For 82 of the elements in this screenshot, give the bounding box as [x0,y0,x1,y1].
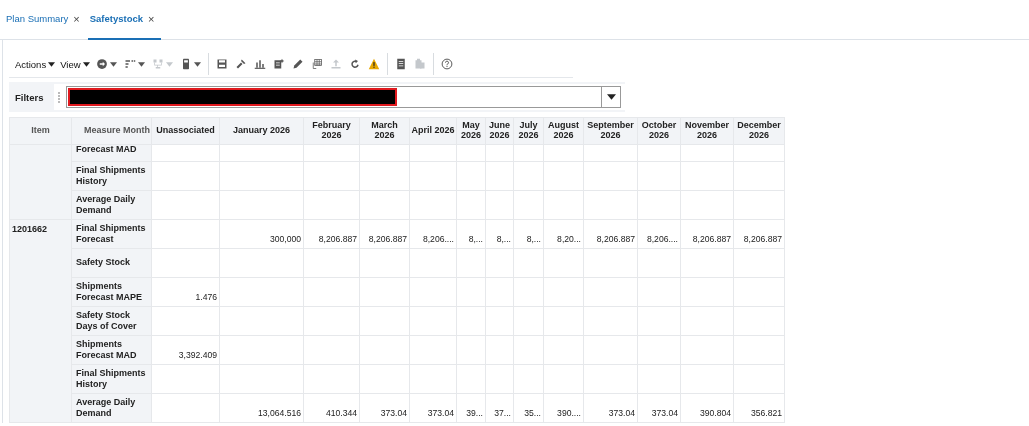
measure-cell: Safety Stock Days of Cover [71,306,152,336]
save-icon [215,58,228,70]
column-header: Month [123,125,150,136]
table-cell: 356.821 [733,393,785,423]
item-cell: 1201662 [9,219,72,423]
bar-chart-icon [253,58,266,70]
table-cell: 8,... [456,219,486,249]
drag-handle-icon[interactable] [57,91,60,103]
column-header: October 2026 [637,117,681,145]
table-cell: 300,000 [219,219,304,249]
column-header: March 2026 [359,117,410,145]
refresh-icon [348,58,361,70]
pencil-icon [291,58,304,70]
table-cell: 373.04 [637,393,681,423]
measure-cell: Safety Stock [71,248,152,278]
table-cell: 3,392.409 [151,335,220,365]
measure-cell: Final Shipments Forecast [71,219,152,249]
table-cell: 390.804 [680,393,734,423]
caret-icon [137,61,145,67]
table-cell: 8,206.... [637,219,681,249]
table-cell: 8,206.887 [303,219,360,249]
column-header: August 2026 [543,117,584,145]
tab[interactable]: Plan Summary × [4,0,86,40]
caret-icon [109,61,117,67]
column-header: January 2026 [219,117,304,145]
close-icon[interactable]: × [148,12,155,25]
table-cell: 13,064.516 [219,393,304,423]
column-header: April 2026 [409,117,457,145]
measure-cell: Final Shipments History [71,161,152,191]
layout-icon [123,58,136,70]
column-header: September 2026 [583,117,638,145]
table-cell: 8,206.887 [359,219,410,249]
column-header: November 2026 [680,117,734,145]
menu-button[interactable]: Actions [13,56,58,72]
clipboard-icon [413,58,426,70]
column-header: May 2026 [456,117,486,145]
measure-cell: Average Daily Demand [71,190,152,220]
table-cell: 8,206.887 [680,219,734,249]
table-cell: 8,206.887 [583,219,638,249]
measure-cell: Final Shipments History [71,364,152,394]
upload-icon [329,58,342,70]
close-icon[interactable]: × [73,12,80,25]
table-cell: 8,... [513,219,544,249]
help-icon [440,58,453,70]
table-cell: 8,206.887 [733,219,785,249]
table-cell: 373.04 [409,393,457,423]
caret-icon [48,61,56,67]
table-cell: 35... [513,393,544,423]
caret-icon [606,94,616,100]
table-cell: 8,20... [543,219,584,249]
table-cell: 37... [485,393,514,423]
table-cell: 8,206.... [409,219,457,249]
measure-cell: Average Daily Demand [71,393,152,423]
tab[interactable]: Safetystock × [87,0,161,40]
measure-cell: Shipments Forecast MAPE [71,277,152,307]
hierarchy-icon [151,58,164,70]
tools-icon [234,58,247,70]
measure-cell: Shipments Forecast MAD [71,335,152,365]
table-cell: 410.344 [303,393,360,423]
table-cell: 390.... [543,393,584,423]
column-header: July 2026 [513,117,544,145]
table-cell: 373.04 [359,393,410,423]
column-header: Unassociated [151,117,220,145]
sheet-icon [272,58,285,70]
column-header: June 2026 [485,117,514,145]
caret-icon [165,61,173,67]
table-cell: 39... [456,393,486,423]
caret-icon [82,61,90,67]
warning-icon [367,58,380,70]
table-cell: 373.04 [583,393,638,423]
filter-field[interactable] [65,86,621,108]
menu-button[interactable]: View [58,56,92,72]
document-icon [394,58,407,70]
table-cell: 1.476 [151,277,220,307]
grid-icon [310,58,323,70]
column-header: February 2026 [303,117,360,145]
column-header: Item [9,117,72,145]
column-header: Measure [83,125,121,136]
column-header: December 2026 [733,117,785,145]
table-cell: 8,... [485,219,514,249]
filters-label: Filters [15,91,44,103]
caret-icon [193,61,201,67]
